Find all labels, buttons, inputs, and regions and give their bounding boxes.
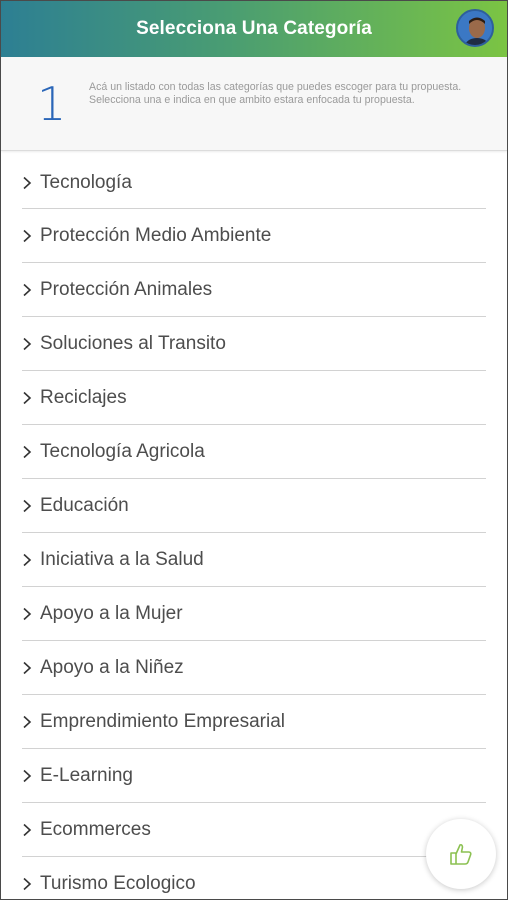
category-label: E-Learning — [40, 764, 133, 786]
category-label: Apoyo a la Mujer — [40, 602, 183, 624]
chevron-right-icon — [22, 176, 35, 190]
app-screen: Selecciona Una Categoría 1 Acá un listad… — [0, 0, 508, 900]
chevron-right-icon — [22, 553, 35, 567]
intro-description: Acá un listado con todas las categorías … — [89, 81, 462, 106]
category-item[interactable]: Reciclajes — [22, 371, 486, 425]
category-label: Emprendimiento Empresarial — [40, 710, 285, 732]
user-avatar-icon — [458, 11, 492, 45]
category-label: Ecommerces — [40, 818, 151, 840]
category-label: Apoyo a la Niñez — [40, 656, 184, 678]
user-avatar[interactable] — [456, 9, 494, 47]
chevron-right-icon — [22, 499, 35, 513]
category-item[interactable]: E-Learning — [22, 749, 486, 803]
category-item[interactable]: Protección Medio Ambiente — [22, 209, 486, 263]
chevron-right-icon — [22, 769, 35, 783]
category-item[interactable]: Educación — [22, 479, 486, 533]
category-list: Tecnología Protección Medio Ambiente Pro… — [1, 157, 507, 899]
chevron-right-icon — [22, 283, 35, 297]
category-label: Tecnología Agricola — [40, 440, 205, 462]
category-label: Soluciones al Transito — [40, 332, 226, 354]
chevron-right-icon — [22, 229, 35, 243]
intro-panel: 1 Acá un listado con todas las categoría… — [1, 57, 507, 151]
chevron-right-icon — [22, 823, 35, 837]
category-item[interactable]: Tecnología — [22, 157, 486, 209]
app-header: Selecciona Una Categoría — [1, 1, 507, 57]
chevron-right-icon — [22, 391, 35, 405]
category-label: Reciclajes — [40, 386, 127, 408]
chevron-right-icon — [22, 337, 35, 351]
thumbs-up-button[interactable] — [426, 819, 496, 889]
category-item[interactable]: Soluciones al Transito — [22, 317, 486, 371]
step-number: 1 — [37, 77, 67, 131]
category-item[interactable]: Emprendimiento Empresarial — [22, 695, 486, 749]
category-label: Iniciativa a la Salud — [40, 548, 204, 570]
category-label: Protección Medio Ambiente — [40, 224, 272, 246]
chevron-right-icon — [22, 445, 35, 459]
chevron-right-icon — [22, 661, 35, 675]
chevron-right-icon — [22, 877, 35, 891]
category-item[interactable]: Ecommerces — [22, 803, 486, 857]
category-item[interactable]: Tecnología Agricola — [22, 425, 486, 479]
category-label: Educación — [40, 494, 129, 516]
category-item[interactable]: Apoyo a la Niñez — [22, 641, 486, 695]
category-item[interactable]: Turismo Ecologico — [22, 857, 486, 899]
category-item[interactable]: Apoyo a la Mujer — [22, 587, 486, 641]
chevron-right-icon — [22, 715, 35, 729]
category-label: Turismo Ecologico — [40, 872, 196, 894]
thumbs-up-icon — [450, 843, 472, 865]
category-item[interactable]: Iniciativa a la Salud — [22, 533, 486, 587]
page-title: Selecciona Una Categoría — [136, 18, 372, 39]
category-label: Tecnología — [40, 171, 132, 193]
category-item[interactable]: Protección Animales — [22, 263, 486, 317]
chevron-right-icon — [22, 607, 35, 621]
category-label: Protección Animales — [40, 278, 213, 300]
